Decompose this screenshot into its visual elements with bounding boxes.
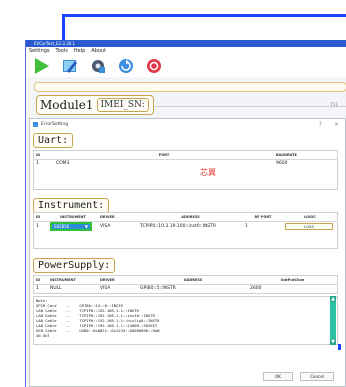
instrument-logic-field[interactable]: LOSS xyxy=(285,222,333,230)
instrument-table: ID INSTRUMENT DRIVER ADDRESS RF PORT LOG… xyxy=(34,213,337,231)
instrument-col-id: ID xyxy=(34,213,48,222)
powersupply-col-instrument: INSTRUMENT xyxy=(48,276,98,285)
instrument-col-instrument: INSTRUMENT xyxy=(48,213,98,222)
cancel-button[interactable]: Cancel xyxy=(300,372,334,381)
app-title-bar: EVCarTest_E2.3.30.1 xyxy=(26,40,346,47)
instrument-select[interactable]: E8285E ▼ xyxy=(50,221,92,231)
refresh-icon xyxy=(119,59,133,73)
run-button[interactable] xyxy=(33,57,51,75)
edit-button[interactable] xyxy=(61,57,79,75)
powersupply-section-title: PowerSupply: xyxy=(33,258,116,273)
table-row[interactable]: 1 E8285E ▼ VISA TCPIP0::10.3.19.100::ins… xyxy=(34,221,337,231)
powersupply-col-driver: DRIVER xyxy=(98,276,138,285)
help-button[interactable]: ? xyxy=(319,121,322,128)
powersupply-cell-address[interactable]: GPIB0::5::INSTR xyxy=(138,284,248,293)
dialog-title-bar: ErrorSetting ? × xyxy=(30,119,345,129)
decoration-line-left xyxy=(62,14,65,40)
powersupply-col-output: OutPutChan xyxy=(248,276,337,285)
uart-col-baudrate: BAUDRATE xyxy=(274,151,337,160)
module-divider xyxy=(154,106,346,107)
instrument-cell-rfport[interactable]: 1 xyxy=(243,221,283,231)
uart-col-port: PORT xyxy=(54,151,274,160)
instrument-col-address: ADDRESS xyxy=(138,213,243,222)
decoration-marker xyxy=(338,344,341,350)
notes-scrollbar[interactable]: ▲ ▼ xyxy=(330,296,336,345)
uart-table: ID PORT BAUDRATE 1 COM3 9600 xyxy=(34,151,337,168)
instrument-cell-address[interactable]: TCPIP0::10.3.19.100::inst0::INSTR xyxy=(138,221,243,231)
uart-overlay-text: 芯翼 xyxy=(200,168,216,177)
dialog-app-icon xyxy=(33,121,38,127)
uart-header-row: ID PORT BAUDRATE xyxy=(34,151,337,160)
module-header: Module1 IMEI_SN: xyxy=(36,95,154,115)
refresh-button[interactable] xyxy=(117,57,135,75)
instrument-col-rfport: RF PORT xyxy=(243,213,283,222)
scroll-down-icon[interactable]: ▼ xyxy=(330,339,336,345)
instrument-header-row: ID INSTRUMENT DRIVER ADDRESS RF PORT LOG… xyxy=(34,213,337,222)
settings-icon xyxy=(92,60,105,73)
settings-button[interactable] xyxy=(89,57,107,75)
instrument-col-logic: LOGIC xyxy=(283,213,337,222)
menu-about[interactable]: About xyxy=(91,47,106,55)
instrument-select-value: E8285E xyxy=(54,223,70,229)
table-row[interactable]: 1 COM3 9600 xyxy=(34,159,337,168)
powersupply-header-row: ID INSTRUMENT DRIVER ADDRESS OutPutChan xyxy=(34,276,337,285)
stop-button[interactable] xyxy=(145,57,163,75)
menu-tools[interactable]: Tools xyxy=(56,47,68,55)
scroll-up-icon[interactable]: ▲ xyxy=(330,296,336,302)
instrument-col-driver: DRIVER xyxy=(98,213,138,222)
uart-section-title: Uart: xyxy=(33,133,74,148)
powersupply-table: ID INSTRUMENT DRIVER ADDRESS OutPutChan … xyxy=(34,276,337,293)
powersupply-cell-instrument[interactable]: NULL xyxy=(48,284,98,293)
uart-cell-port[interactable]: COM3 xyxy=(54,159,274,168)
menu-help[interactable]: Help xyxy=(74,47,85,55)
powersupply-col-address: ADDRESS xyxy=(138,276,248,285)
address-bar[interactable] xyxy=(34,82,346,92)
uart-col-id: ID xyxy=(34,151,54,160)
chevron-down-icon: ▼ xyxy=(84,223,88,229)
powersupply-cell-id: 1 xyxy=(36,286,39,292)
powersupply-col-id: ID xyxy=(34,276,48,285)
module-tag: T11 xyxy=(330,102,338,107)
uart-cell-id: 1 xyxy=(36,161,39,167)
app-title: EVCarTest_E2.3.30.1 xyxy=(34,41,76,46)
module-title: Module1 xyxy=(40,98,94,112)
dialog-title: ErrorSetting xyxy=(41,121,69,127)
table-row[interactable]: 1 NULL VISA GPIB0::5::INSTR 2600 xyxy=(34,284,337,293)
imei-label: IMEI_SN: xyxy=(96,98,149,112)
decoration-line-top xyxy=(62,14,346,17)
powersupply-cell-driver[interactable]: VISA xyxy=(98,284,138,293)
menu-bar: Settings Tools Help About xyxy=(26,47,346,55)
notes-panel[interactable]: Note: GPIB Card -- GPIB0::14::0::INSTR LAN… xyxy=(33,296,338,345)
edit-icon xyxy=(63,60,77,73)
uart-cell-baudrate[interactable]: 9600 xyxy=(274,159,337,168)
menu-settings[interactable]: Settings xyxy=(29,47,50,55)
ok-button[interactable]: OK xyxy=(263,372,293,381)
instrument-cell-driver[interactable]: VISA xyxy=(98,221,138,231)
powersupply-cell-output[interactable]: 2600 xyxy=(248,284,337,293)
play-icon xyxy=(35,58,49,74)
close-button[interactable]: × xyxy=(334,121,339,128)
instrument-cell-id: 1 xyxy=(36,223,39,229)
stop-icon xyxy=(147,59,161,73)
notes-footer: IN OUT xyxy=(36,333,50,338)
toolbar xyxy=(26,55,346,77)
instrument-section-title: Instrument: xyxy=(33,198,110,213)
